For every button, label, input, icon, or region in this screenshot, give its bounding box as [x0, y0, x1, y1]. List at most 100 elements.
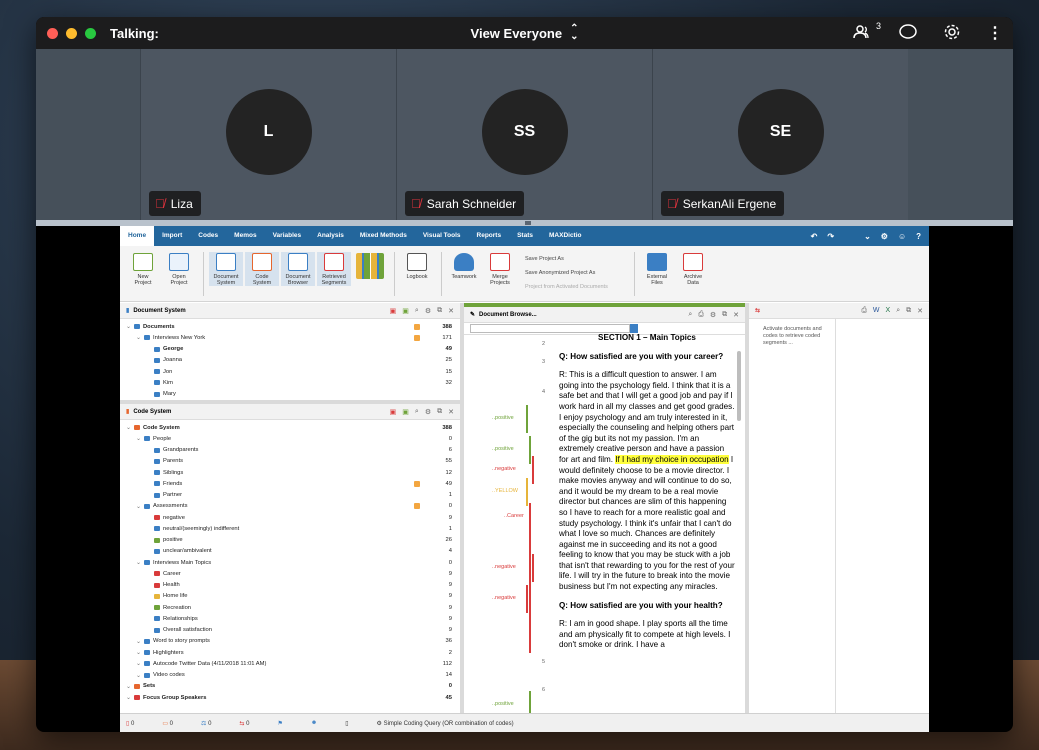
- coding-stripe-label[interactable]: ..positive: [492, 446, 514, 452]
- tree-row[interactable]: ⌄ Autocode Twitter Data (4/11/2018 11:01 …: [120, 658, 460, 669]
- save-anonymized-project-button[interactable]: Save Anonymized Project As: [525, 266, 629, 280]
- tree-row[interactable]: ⌄ Focus Group Speakers 45: [120, 692, 460, 703]
- coding-stripe-label[interactable]: ..positive: [492, 701, 514, 707]
- view-everyone-button[interactable]: View Everyone ⌃ ⌄: [471, 24, 579, 42]
- close-window-button[interactable]: [47, 27, 58, 39]
- tree-row[interactable]: Career 9: [120, 568, 460, 579]
- participant-tile[interactable]: SS 🎙̸ Sarah Schneider: [396, 49, 652, 220]
- maximize-icon[interactable]: ⧉: [437, 408, 442, 416]
- memo-icon[interactable]: [414, 323, 420, 330]
- logbook-button[interactable]: Logbook: [400, 252, 434, 280]
- coding-stripe-label[interactable]: ..positive: [492, 415, 514, 421]
- tree-row[interactable]: Friends 49: [120, 478, 460, 489]
- coding-stripe-line[interactable]: [526, 585, 528, 613]
- search-icon[interactable]: ⌕: [415, 408, 419, 416]
- expand-toggle-icon[interactable]: ⌄: [136, 660, 144, 667]
- expand-toggle-icon[interactable]: ⌄: [126, 694, 134, 701]
- tree-row[interactable]: ⌄ Code System 388: [120, 422, 460, 433]
- quick-code-dropdown[interactable]: [470, 324, 630, 333]
- tree-row[interactable]: ⌄ Interviews Main Topics 0: [120, 557, 460, 568]
- expand-toggle-icon[interactable]: ⌄: [136, 559, 144, 566]
- tree-row[interactable]: Siblings 12: [120, 467, 460, 478]
- word-export-icon[interactable]: W: [873, 307, 880, 315]
- memo-icon[interactable]: [414, 503, 420, 510]
- coding-stripe-label[interactable]: ..negative: [492, 564, 516, 570]
- chat-button[interactable]: [899, 23, 917, 43]
- expand-toggle-icon[interactable]: ⌄: [136, 638, 144, 645]
- dropdown-chevron-icon[interactable]: [630, 324, 638, 333]
- tree-row[interactable]: Joanna 25: [120, 355, 460, 366]
- expand-toggle-icon[interactable]: ⌄: [126, 323, 134, 330]
- expand-toggle-icon[interactable]: ⌄: [136, 503, 144, 510]
- external-files-button[interactable]: External Files: [640, 252, 674, 286]
- maximize-window-button[interactable]: [85, 27, 96, 39]
- tree-row[interactable]: ⌄ Interviews New York 171: [120, 332, 460, 343]
- user-status-icon[interactable]: ☻: [311, 720, 317, 726]
- maximize-icon[interactable]: ⧉: [906, 307, 911, 315]
- expand-toggle-icon[interactable]: ⌄: [136, 334, 144, 341]
- memo-icon[interactable]: [414, 480, 420, 487]
- tree-row[interactable]: Relationships 9: [120, 613, 460, 624]
- toolbar-icon[interactable]: ▣: [390, 408, 397, 416]
- settings-button[interactable]: [943, 23, 961, 44]
- highlighted-segment[interactable]: If I had my choice in occupation: [615, 454, 729, 464]
- menu-import[interactable]: Import: [154, 226, 190, 246]
- menu-maxdictio[interactable]: MAXDictio: [541, 226, 590, 246]
- maximize-icon[interactable]: ⧉: [722, 311, 727, 319]
- teamwork-button[interactable]: Teamwork: [447, 252, 481, 280]
- participants-button[interactable]: 3: [853, 21, 881, 42]
- expand-toggle-icon[interactable]: ⌄: [126, 424, 134, 431]
- coding-stripe-line[interactable]: [526, 405, 528, 433]
- tree-row[interactable]: Mary: [120, 389, 460, 400]
- menu-variables[interactable]: Variables: [265, 226, 310, 246]
- expand-toggle-icon[interactable]: ⌄: [136, 435, 144, 442]
- search-icon[interactable]: ⌕: [896, 307, 900, 315]
- tree-row[interactable]: ⌄ People 0: [120, 433, 460, 444]
- coding-stripe-line[interactable]: [526, 478, 528, 506]
- gear-icon[interactable]: ⚙: [425, 408, 431, 416]
- menu-analysis[interactable]: Analysis: [309, 226, 352, 246]
- coding-stripe-line[interactable]: [529, 503, 531, 653]
- document-scrollbar[interactable]: [737, 351, 741, 421]
- new-project-button[interactable]: New Project: [126, 252, 160, 286]
- search-icon[interactable]: ⌕: [415, 307, 419, 315]
- coding-stripe-line[interactable]: [532, 456, 534, 484]
- document-status-icon[interactable]: ▯: [345, 720, 348, 727]
- close-icon[interactable]: ✕: [917, 307, 923, 315]
- close-icon[interactable]: ✕: [448, 307, 454, 315]
- menu-memos[interactable]: Memos: [226, 226, 264, 246]
- tree-row[interactable]: Partner 1: [120, 490, 460, 501]
- undo-icon[interactable]: ↶: [811, 232, 818, 241]
- settings-icon[interactable]: ⚙: [881, 232, 888, 241]
- more-options-button[interactable]: ⋮: [987, 23, 1003, 43]
- menu-stats[interactable]: Stats: [509, 226, 541, 246]
- merge-projects-button[interactable]: Merge Projects: [483, 252, 517, 286]
- tree-row[interactable]: ⌄ Highlighters 2: [120, 647, 460, 658]
- memo-icon[interactable]: [414, 334, 420, 341]
- coding-stripe-line[interactable]: [532, 554, 534, 582]
- tree-row[interactable]: ⌄ Assessments 0: [120, 501, 460, 512]
- collapse-ribbon-icon[interactable]: ⌄: [864, 232, 871, 241]
- participant-tile[interactable]: SE 🎙̸ SerkanAli Ergene: [652, 49, 908, 220]
- close-icon[interactable]: ✕: [733, 311, 739, 319]
- coding-stripe-label[interactable]: ..Career: [504, 513, 524, 519]
- tree-row[interactable]: negative 9: [120, 512, 460, 523]
- teamwork-status-icon[interactable]: ⚑: [277, 720, 282, 727]
- menu-home[interactable]: Home: [120, 226, 155, 246]
- tree-row[interactable]: ⌄ Sets 0: [120, 681, 460, 692]
- tree-row[interactable]: George 49: [120, 344, 460, 355]
- menu-visual-tools[interactable]: Visual Tools: [415, 226, 469, 246]
- tree-row[interactable]: neutral/(seemingly) indifferent 1: [120, 523, 460, 534]
- code-system-button[interactable]: Code System: [245, 252, 279, 286]
- expand-toggle-icon[interactable]: ⌄: [126, 683, 134, 690]
- tree-row[interactable]: Kim 32: [120, 377, 460, 388]
- coding-stripe-label[interactable]: ..negative: [492, 466, 516, 472]
- participant-tile[interactable]: L 🎙̸ Liza: [140, 49, 396, 220]
- toolbar-icon[interactable]: ▣: [402, 307, 409, 315]
- tree-row[interactable]: Jon 15: [120, 366, 460, 377]
- save-project-as-button[interactable]: Save Project As: [525, 252, 629, 266]
- tree-row[interactable]: Parents 55: [120, 456, 460, 467]
- tree-row[interactable]: Health 9: [120, 580, 460, 591]
- search-icon[interactable]: ⌕: [688, 311, 692, 319]
- help-icon[interactable]: ?: [916, 232, 921, 241]
